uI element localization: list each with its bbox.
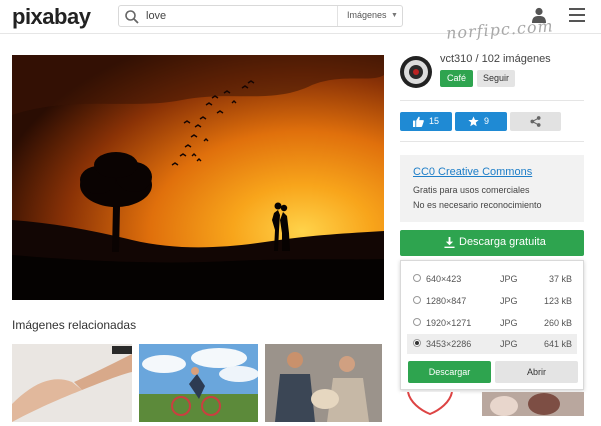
follow-button[interactable]: Seguir xyxy=(477,70,515,87)
search-icon[interactable] xyxy=(124,9,140,25)
coffee-button[interactable]: Café xyxy=(440,70,473,87)
author-info[interactable]: vct310 / 102 imágenes xyxy=(440,53,551,65)
star-icon xyxy=(468,116,479,127)
pixabay-logo[interactable]: pixabay xyxy=(12,4,91,30)
size-filesize: 641 kB xyxy=(543,339,572,349)
share-button[interactable] xyxy=(510,112,561,131)
search-bar[interactable]: love Imágenes ▼ xyxy=(118,5,403,27)
size-dimensions: 1920×1271 xyxy=(426,318,472,328)
size-dimensions: 3453×2286 xyxy=(426,339,472,349)
sidebar-thumbnail-people[interactable] xyxy=(482,392,584,416)
search-divider xyxy=(337,6,338,26)
search-type-select[interactable]: Imágenes xyxy=(347,10,387,20)
sunset-photo-image xyxy=(12,55,384,300)
sidebar-thumbnail-heart[interactable] xyxy=(400,392,460,416)
download-size-dropdown: 640×423 JPG 37 kB 1280×847 JPG 123 kB 19… xyxy=(400,260,584,390)
license-line-attribution: No es necesario reconocimiento xyxy=(413,200,542,210)
size-filesize: 123 kB xyxy=(543,296,572,306)
share-icon xyxy=(530,116,541,127)
like-count: 15 xyxy=(429,116,440,126)
search-input[interactable]: love xyxy=(146,10,166,22)
size-filesize: 260 kB xyxy=(543,318,572,328)
size-option-1920[interactable]: 1920×1271 JPG 260 kB xyxy=(407,313,577,333)
radio-button[interactable] xyxy=(413,318,421,326)
related-thumbnail-bicycle[interactable] xyxy=(139,344,258,422)
favorite-count: 9 xyxy=(484,116,490,126)
like-button[interactable]: 15 xyxy=(400,112,452,131)
size-format: JPG xyxy=(500,339,518,349)
main-photo[interactable] xyxy=(12,55,384,300)
thumbs-up-icon xyxy=(413,116,424,127)
related-thumbnail-couple-dog[interactable] xyxy=(265,344,382,422)
related-thumbnail-hands[interactable] xyxy=(12,344,132,422)
size-format: JPG xyxy=(500,296,518,306)
radio-button-selected[interactable] xyxy=(413,339,421,347)
size-filesize: 37 kB xyxy=(548,274,572,284)
license-line-commercial: Gratis para usos comerciales xyxy=(413,185,530,195)
size-option-3453[interactable]: 3453×2286 JPG 641 kB xyxy=(407,334,577,354)
free-download-button[interactable]: Descarga gratuita xyxy=(400,230,584,256)
license-box: CC0 Creative Commons Gratis para usos co… xyxy=(400,155,584,222)
size-format: JPG xyxy=(500,318,518,328)
avatar[interactable] xyxy=(400,56,432,88)
descargar-button[interactable]: Descargar xyxy=(408,361,491,383)
favorite-button[interactable]: 9 xyxy=(455,112,507,131)
license-link[interactable]: CC0 Creative Commons xyxy=(413,166,532,178)
radio-button[interactable] xyxy=(413,274,421,282)
divider xyxy=(400,141,584,142)
size-format: JPG xyxy=(500,274,518,284)
chevron-down-icon[interactable]: ▼ xyxy=(391,12,398,19)
size-dimensions: 1280×847 xyxy=(426,296,467,306)
size-option-640[interactable]: 640×423 JPG 37 kB xyxy=(407,269,577,289)
radio-button[interactable] xyxy=(413,296,421,304)
hamburger-menu-icon[interactable] xyxy=(569,8,585,22)
size-dimensions: 640×423 xyxy=(426,274,462,284)
related-images-title: Imágenes relacionadas xyxy=(12,318,137,332)
download-icon xyxy=(444,237,455,248)
divider xyxy=(400,100,584,101)
size-option-1280[interactable]: 1280×847 JPG 123 kB xyxy=(407,291,577,311)
download-label: Descarga gratuita xyxy=(459,236,546,248)
abrir-button[interactable]: Abrir xyxy=(495,361,578,383)
